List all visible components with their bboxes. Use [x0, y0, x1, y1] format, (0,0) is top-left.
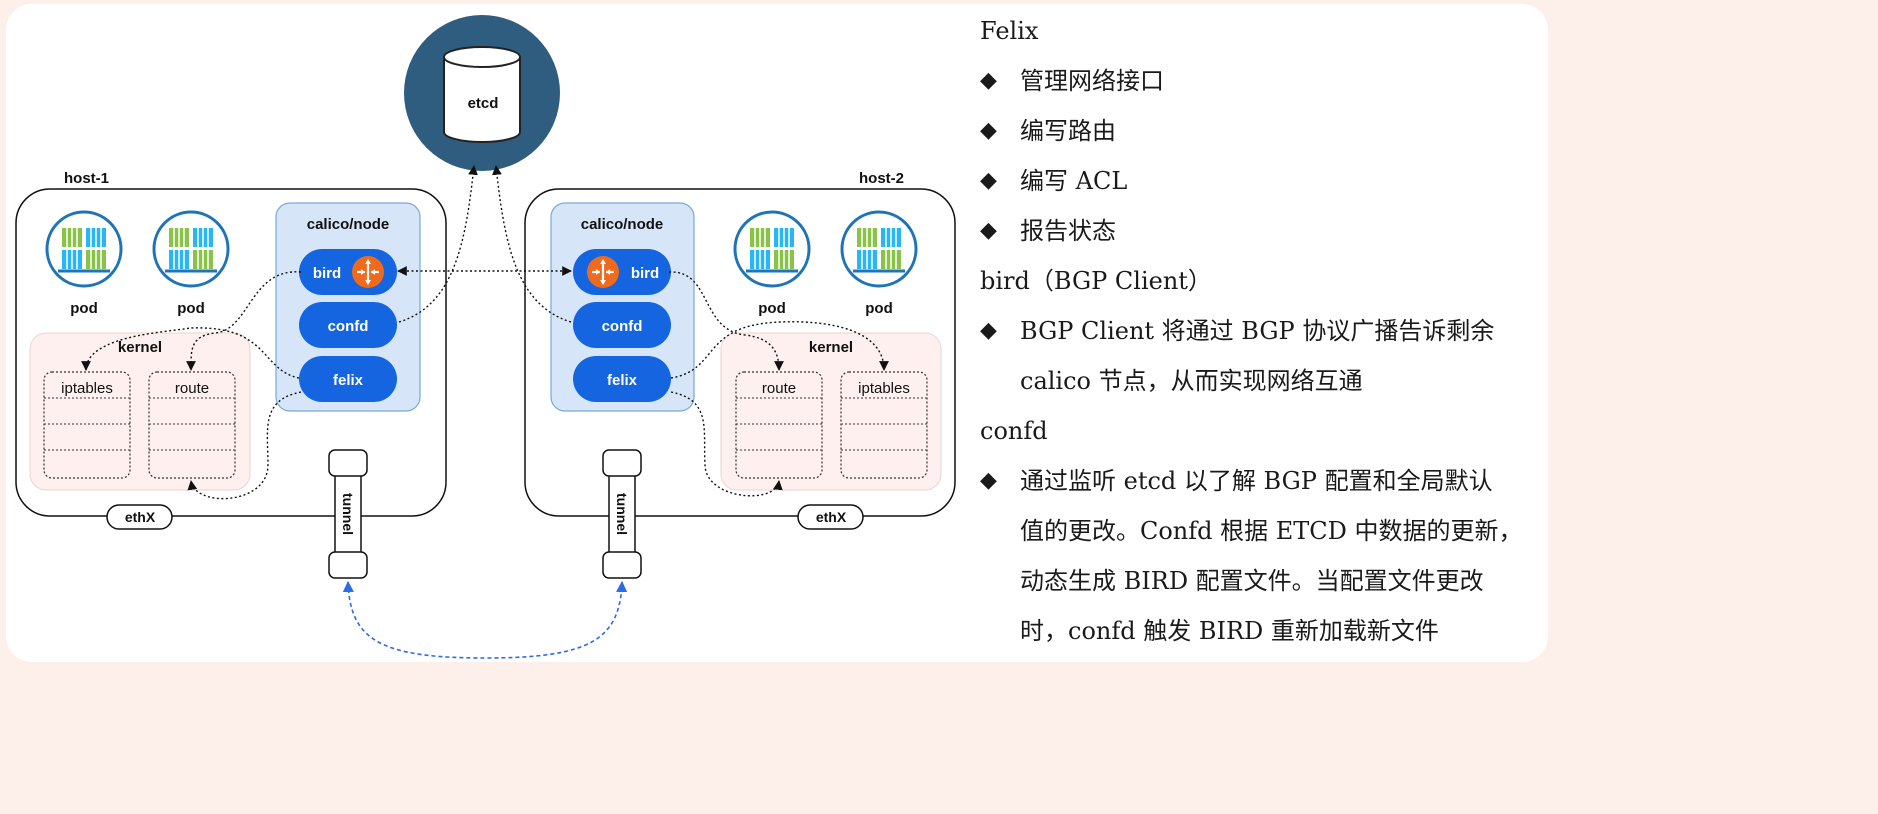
nic: ethX: [106, 504, 173, 530]
calico-architecture-diagram: etcd host-1 pod pod kernel iptables rout…: [15, 15, 956, 659]
router-icon: [585, 254, 621, 290]
felix-component: felix: [573, 356, 671, 402]
table-label: route: [762, 380, 796, 397]
bullet-text: BGP Client 将通过 BGP 协议广播告诉剩余: [1020, 317, 1495, 345]
pod-label: pod: [758, 300, 786, 317]
section-heading-bird: bird（BGP Client）: [980, 267, 1212, 295]
bullet-text: 通过监听 etcd 以了解 BGP 配置和全局默认: [1020, 467, 1493, 495]
bullet-item: ◆ 通过监听 etcd 以了解 BGP 配置和全局默认 值的更改。Confd 根…: [980, 464, 1570, 664]
pod-icon: [840, 210, 918, 288]
bullet-text: 编写路由: [1020, 117, 1116, 145]
pod-label: pod: [865, 300, 893, 317]
pod: pod: [840, 210, 918, 317]
bullet-text: calico 节点，从而实现网络互通: [1020, 367, 1363, 395]
section-heading-confd: confd: [980, 417, 1048, 445]
section-heading-felix: Felix: [980, 17, 1039, 45]
tunnel-link: [342, 580, 628, 659]
component-label: felix: [333, 372, 364, 389]
component-label: bird: [313, 265, 341, 282]
component-label: confd: [328, 318, 369, 335]
etcd-node: etcd: [404, 15, 560, 171]
tunnel-2: tunnel: [602, 449, 642, 579]
pod-label: pod: [70, 300, 98, 317]
calico-node: calico/node bird confd felix: [275, 202, 421, 412]
component-label: felix: [607, 372, 638, 389]
kernel-label: kernel: [809, 339, 853, 356]
kernel-box: [29, 332, 251, 491]
component-label: bird: [631, 265, 659, 282]
diamond-bullet-icon: ◆: [980, 468, 997, 493]
kernel-box: [720, 332, 942, 491]
table-label: iptables: [858, 380, 910, 397]
host-label: host-2: [859, 170, 904, 187]
nic: ethX: [797, 504, 864, 530]
pod: pod: [733, 210, 811, 317]
bullet-text: 管理网络接口: [1020, 67, 1164, 95]
bird-component: bird: [573, 249, 671, 295]
bullet-item: ◆ BGP Client 将通过 BGP 协议广播告诉剩余 calico 节点，…: [980, 314, 1570, 414]
host-2: host-2 calico/node bird confd felix pod: [524, 170, 956, 530]
pod: pod: [152, 210, 230, 317]
host-1: host-1 pod pod kernel iptables route cal…: [15, 170, 447, 530]
nic-label: ethX: [125, 509, 156, 525]
pod-icon: [733, 210, 811, 288]
component-label: confd: [602, 318, 643, 335]
pod-icon: [152, 210, 230, 288]
notes-panel: Felix ◆ 管理网络接口 ◆ 编写路由 ◆ 编写 ACL ◆ 报告状态 bi…: [980, 14, 1570, 664]
bullet-text: 时，confd 触发 BIRD 重新加载新文件: [1020, 617, 1439, 645]
tunnel-1: tunnel: [328, 449, 368, 579]
kernel: kernel route iptables: [720, 332, 942, 491]
tunnel-label: tunnel: [614, 493, 630, 535]
bullet-text: 编写 ACL: [1020, 167, 1128, 195]
host-label: host-1: [64, 170, 109, 187]
table-label: iptables: [61, 380, 113, 397]
pod-icon: [45, 210, 123, 288]
etcd-label: etcd: [468, 95, 499, 112]
bullet-item: ◆ 报告状态: [980, 214, 1570, 264]
pod: pod: [45, 210, 123, 317]
confd-component: confd: [299, 302, 397, 348]
diamond-bullet-icon: ◆: [980, 318, 997, 343]
felix-component: felix: [299, 356, 397, 402]
nic-label: ethX: [816, 509, 847, 525]
bullet-item: ◆ 管理网络接口: [980, 64, 1570, 114]
tunnel-label: tunnel: [340, 493, 356, 535]
diamond-bullet-icon: ◆: [980, 68, 997, 93]
pod-label: pod: [177, 300, 205, 317]
table-label: route: [175, 380, 209, 397]
bullet-item: ◆ 编写 ACL: [980, 164, 1570, 214]
bullet-item: ◆ 编写路由: [980, 114, 1570, 164]
diamond-bullet-icon: ◆: [980, 118, 997, 143]
calico-node-label: calico/node: [581, 216, 664, 233]
calico-node-label: calico/node: [307, 216, 390, 233]
bird-component: bird: [299, 249, 397, 295]
kernel-label: kernel: [118, 339, 162, 356]
diamond-bullet-icon: ◆: [980, 168, 997, 193]
confd-component: confd: [573, 302, 671, 348]
calico-node: calico/node bird confd felix: [550, 202, 695, 412]
bullet-text: 动态生成 BIRD 配置文件。当配置文件更改: [1020, 567, 1484, 595]
bullet-text: 报告状态: [1020, 217, 1116, 245]
kernel: kernel iptables route: [29, 332, 251, 491]
bullet-text: 值的更改。Confd 根据 ETCD 中数据的更新，: [1020, 517, 1523, 545]
router-icon: [350, 254, 386, 290]
diamond-bullet-icon: ◆: [980, 218, 997, 243]
